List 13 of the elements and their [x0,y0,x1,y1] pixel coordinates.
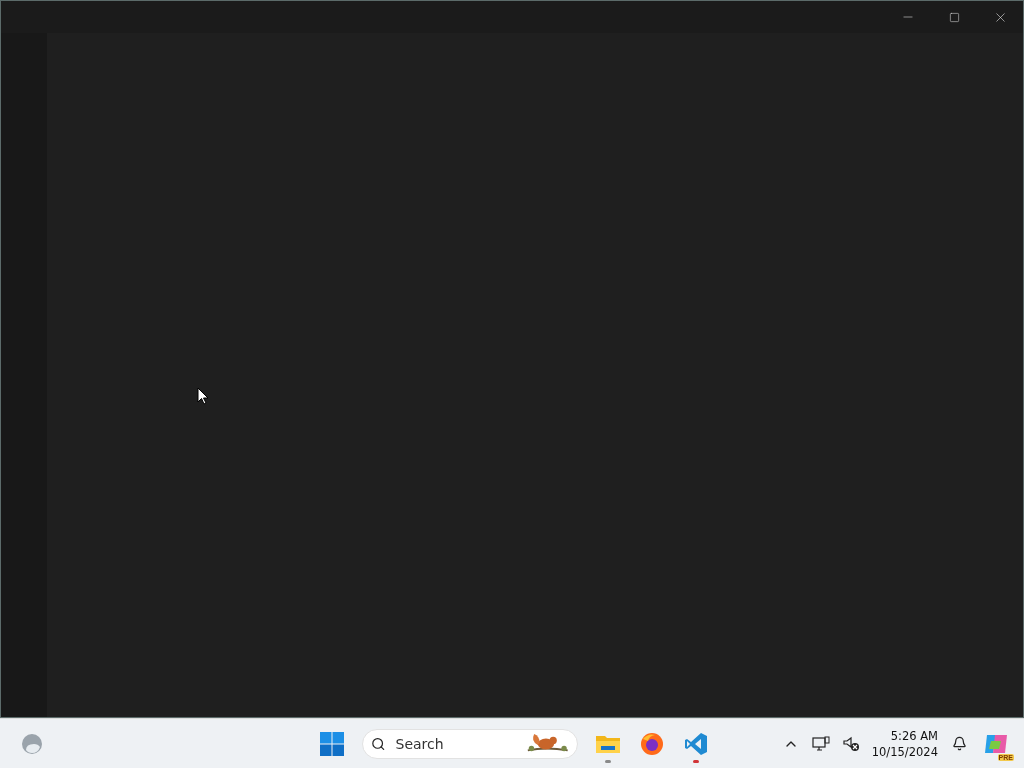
firefox-icon [640,731,664,756]
search-bar[interactable]: Search [362,728,578,759]
search-icon [371,735,386,752]
monitor-icon [811,735,830,752]
mouse-pointer-icon [197,387,209,405]
bell-icon [951,736,967,752]
maximize-icon [948,11,960,23]
windows-logo-icon [320,731,344,756]
search-input[interactable]: Search [393,734,518,753]
speaker-muted-icon [841,735,860,752]
clock[interactable]: 5:26 AM 10/15/2024 [867,727,942,760]
code-editor-icon [684,731,708,756]
cloud-moon-icon [20,731,44,756]
